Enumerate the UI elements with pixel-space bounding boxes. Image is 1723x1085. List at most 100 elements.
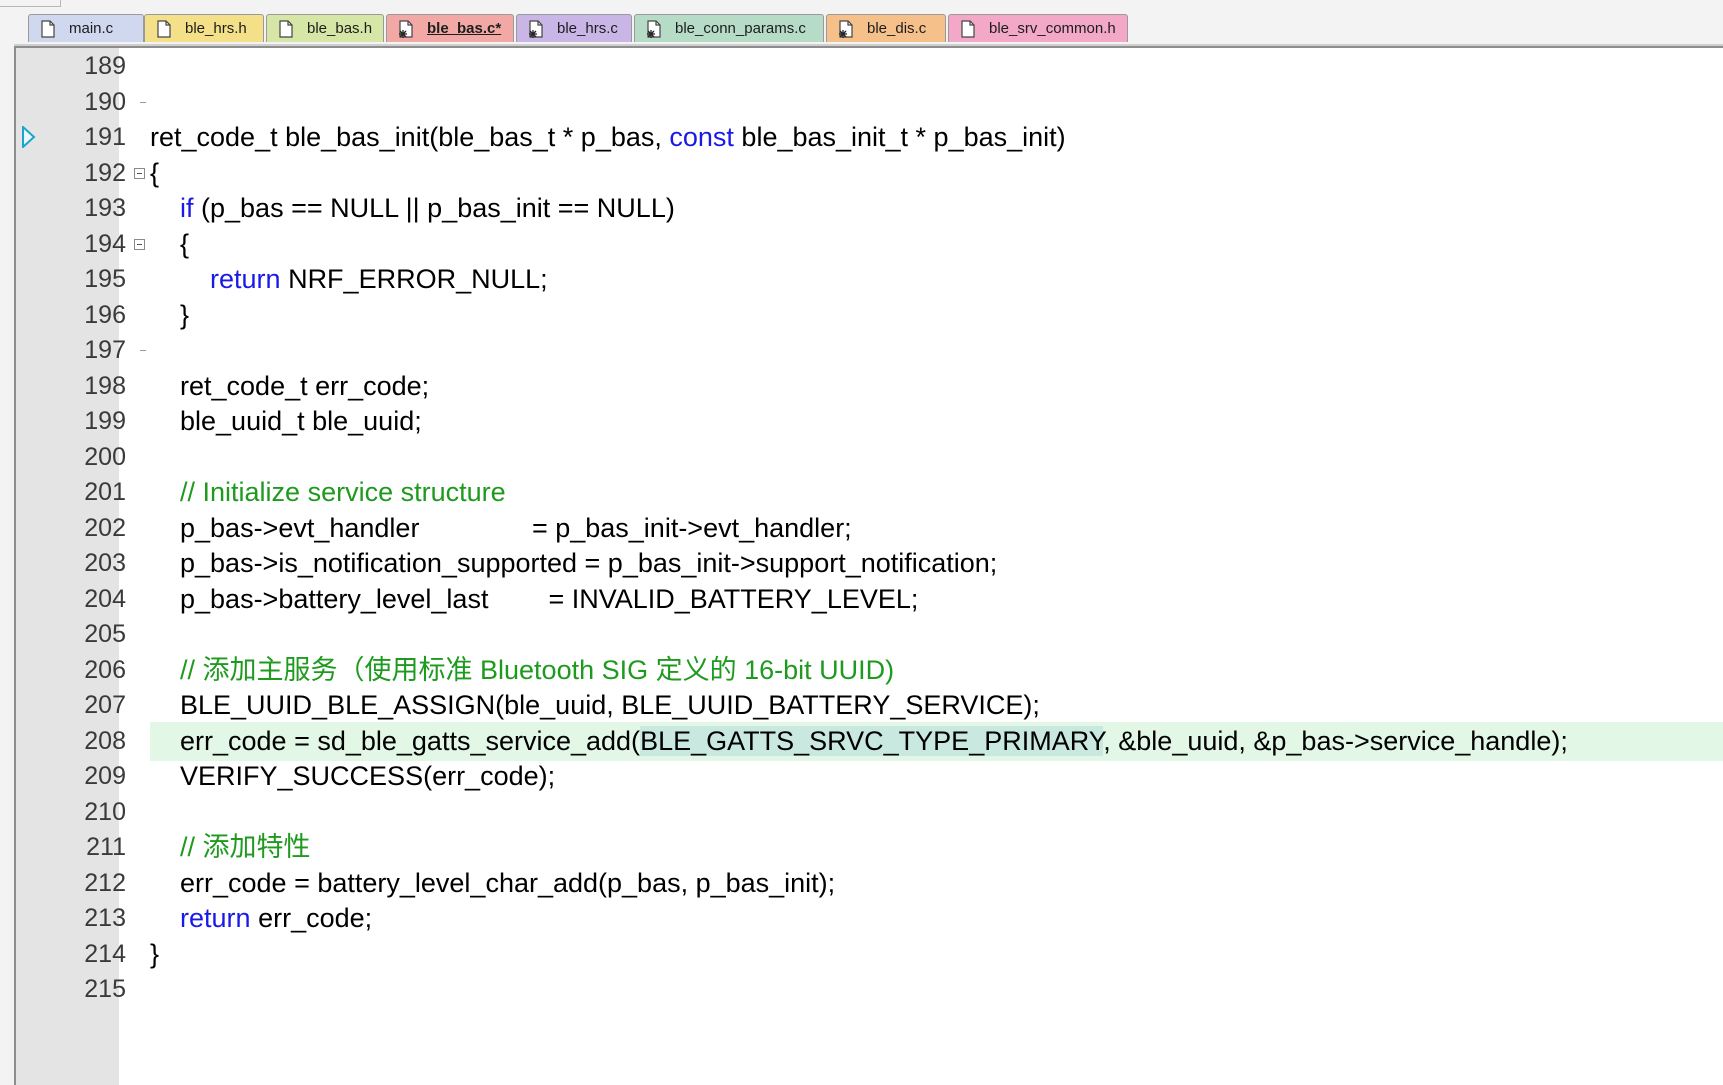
code-text: } [150, 935, 159, 974]
code-text: p_bas->is_notification_supported = p_bas… [150, 544, 997, 583]
line-number: 197 [84, 336, 126, 364]
tab-label: ble_srv_common.h [989, 20, 1116, 37]
code-token: VERIFY_SUCCESS(err_code); [150, 761, 556, 791]
code-text: { [150, 154, 159, 193]
code-text: } [150, 296, 189, 335]
selected-text: BLE_GATTS_SRVC_TYPE [640, 725, 970, 756]
tab-label: main.c [69, 20, 114, 37]
code-text: // 添加主服务（使用标准 Bluetooth SIG 定义的 16-bit U… [150, 651, 894, 690]
code-line[interactable]: 200 [16, 438, 1723, 477]
code-line[interactable]: 208 err_code = sd_ble_gatts_service_add(… [16, 721, 1723, 761]
code-line[interactable]: 196 } [16, 296, 1723, 335]
line-number: 196 [84, 300, 126, 329]
code-line[interactable]: 207 BLE_UUID_BLE_ASSIGN(ble_uuid, BLE_UU… [16, 686, 1723, 725]
tab-label: ble_bas.c* [427, 20, 502, 37]
code-line[interactable]: 211 // 添加特性 [16, 828, 1723, 867]
code-line[interactable]: 212 err_code = battery_level_char_add(p_… [16, 864, 1723, 903]
code-token: NRF_ERROR_NULL; [280, 264, 548, 294]
code-token: ret_code_t ble_bas_init(ble_bas_t * p_ba… [150, 122, 670, 152]
code-token: } [150, 938, 160, 969]
code-line[interactable]: 189 [16, 47, 1723, 86]
tab-ble-hrs-c[interactable]: ble_hrs.c [516, 14, 632, 42]
code-line[interactable]: 203 p_bas->is_notification_supported = p… [16, 544, 1723, 583]
line-number: 209 [84, 762, 126, 790]
code-line[interactable]: 197 [16, 331, 1723, 370]
code-text: // 添加特性 [150, 828, 311, 867]
code-token: { [150, 157, 160, 188]
code-line[interactable]: 198 ret_code_t err_code; [16, 367, 1723, 406]
code-token: ble_bas_init_t * p_bas_init) [733, 122, 1066, 152]
tab-main-c[interactable]: main.c [28, 14, 144, 42]
keyword-token: return [210, 264, 281, 294]
code-text: ble_uuid_t ble_uuid; [150, 402, 422, 441]
line-number: 206 [84, 655, 126, 684]
file-tab-bar: main.c ble_hrs.h ble_bas.h ble_bas.c* ble_hr… [14, 12, 1723, 46]
code-token: BLE_UUID_BLE_ASSIGN(ble_uuid, BLE_UUID_B… [150, 690, 1040, 720]
tab-ble-bas-c[interactable]: ble_bas.c* [386, 14, 514, 42]
c-file-modified-icon [647, 19, 661, 38]
code-line[interactable]: 204 p_bas->battery_level_last = INVALID_… [16, 580, 1723, 619]
line-number: 208 [84, 726, 126, 755]
code-token: ble_uuid_t ble_uuid; [150, 406, 422, 436]
comment-token: // 添加特性 [180, 832, 311, 862]
line-number: 198 [84, 371, 126, 400]
code-line[interactable]: 205 [16, 615, 1723, 654]
code-line[interactable]: 199 ble_uuid_t ble_uuid; [16, 402, 1723, 441]
code-line[interactable]: 209 VERIFY_SUCCESS(err_code); [16, 757, 1723, 796]
selected-text: _PRIMARY [969, 725, 1104, 756]
code-text: p_bas->battery_level_last = INVALID_BATT… [150, 580, 918, 619]
code-text: err_code = sd_ble_gatts_service_add(BLE_… [150, 722, 1568, 761]
line-number: 207 [84, 691, 126, 719]
code-token: p_bas->evt_handler = p_bas_init->evt_han… [150, 512, 852, 543]
code-token: } [150, 299, 190, 330]
tab-ble-hrs-h[interactable]: ble_hrs.h [144, 14, 264, 42]
code-text: if (p_bas == NULL || p_bas_init == NULL) [150, 189, 675, 228]
code-line[interactable]: 206 // 添加主服务（使用标准 Bluetooth SIG 定义的 16-b… [16, 651, 1723, 690]
keyword-token: const [669, 122, 734, 152]
code-line[interactable]: 191 ret_code_t ble_bas_init(ble_bas_t * p… [16, 118, 1723, 157]
code-token: , &ble_uuid, &p_bas->service_handle); [1103, 725, 1568, 756]
fold-end-marker [140, 350, 146, 351]
code-text: ret_code_t ble_bas_init(ble_bas_t * p_ba… [150, 118, 1066, 157]
line-number: 201 [84, 478, 126, 506]
window-corner [0, 0, 61, 7]
fold-collapse-icon[interactable] [134, 167, 145, 179]
tab-ble-srv-common-h[interactable]: ble_srv_common.h [948, 14, 1128, 42]
code-editor[interactable]: 189 190 191 ret_code_t ble_bas_init(ble_bas… [14, 46, 1723, 1085]
code-line[interactable]: 195 return NRF_ERROR_NULL; [16, 260, 1723, 299]
tab-ble-bas-h[interactable]: ble_bas.h [266, 14, 384, 42]
code-text: err_code = battery_level_char_add(p_bas,… [150, 864, 835, 903]
code-line[interactable]: 192 { [16, 154, 1723, 193]
code-text: ret_code_t err_code; [150, 367, 429, 406]
c-file-modified-icon [839, 19, 853, 38]
code-line[interactable]: 201 // Initialize service structure [16, 473, 1723, 512]
tab-ble-conn-params-c[interactable]: ble_conn_params.c [634, 14, 824, 42]
line-number: 213 [84, 904, 126, 932]
code-line[interactable]: 210 [16, 793, 1723, 832]
code-line[interactable]: 202 p_bas->evt_handler = p_bas_init->evt… [16, 509, 1723, 548]
line-number: 215 [84, 975, 126, 1003]
code-line[interactable]: 213 return err_code; [16, 899, 1723, 938]
code-line[interactable]: 190 [16, 83, 1723, 122]
keyword-token: if [180, 193, 194, 223]
h-file-icon [961, 19, 975, 38]
keyword-token: return [180, 903, 251, 933]
code-line[interactable]: 214} [16, 935, 1723, 974]
tab-ble-dis-c[interactable]: ble_dis.c [826, 14, 946, 42]
line-number: 210 [84, 797, 126, 826]
fold-collapse-icon[interactable] [134, 238, 145, 250]
c-file-modified-icon [529, 19, 543, 38]
code-line[interactable]: 215 [16, 970, 1723, 1009]
tab-label: ble_hrs.h [185, 20, 247, 37]
code-token: ret_code_t err_code; [150, 370, 430, 401]
line-number: 214 [84, 939, 126, 968]
line-number: 195 [84, 265, 126, 293]
tab-label: ble_hrs.c [557, 20, 618, 37]
fold-end-marker [140, 101, 146, 103]
code-line[interactable]: 193 if (p_bas == NULL || p_bas_init == N… [16, 189, 1723, 228]
code-line[interactable]: 194 { [16, 225, 1723, 264]
code-token: p_bas->is_notification_supported = p_bas… [150, 548, 998, 578]
